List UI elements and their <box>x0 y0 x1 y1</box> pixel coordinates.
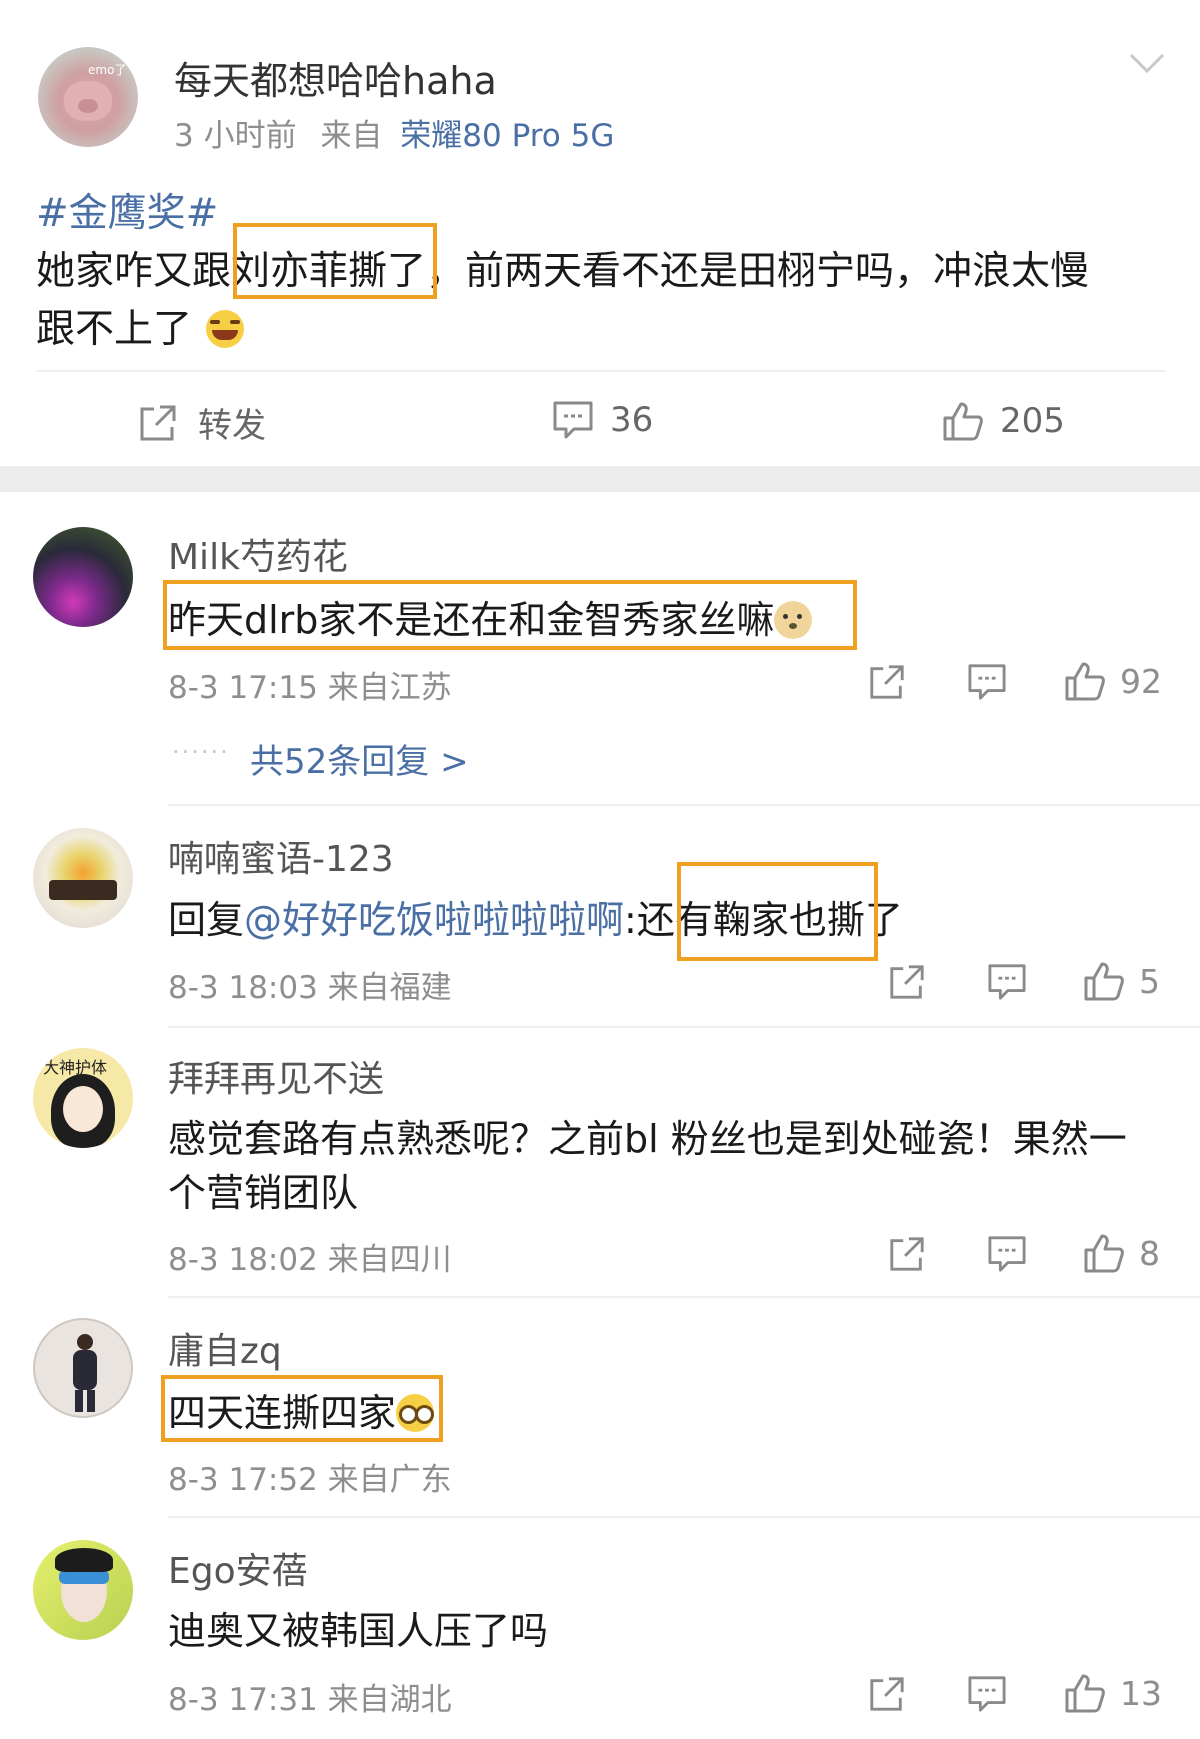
comment-author-name[interactable]: Milk芍药花 <box>168 528 348 580</box>
doge-emoji-icon <box>774 601 813 639</box>
comment-avatar[interactable] <box>33 1540 133 1640</box>
comment-button[interactable]: 36 <box>552 400 653 440</box>
glasses-emoji-icon <box>396 1394 435 1432</box>
comment-meta: 8-3 17:15 来自江苏 <box>168 670 452 706</box>
post-meta: 3 小时前 来自 荣耀80 Pro 5G <box>174 110 614 155</box>
comment-icon <box>552 400 594 440</box>
comment-like-count: 5 <box>1139 961 1160 1001</box>
repost-button[interactable]: 转发 <box>138 398 266 447</box>
section-gap <box>0 466 1200 492</box>
repost-icon[interactable] <box>868 663 906 701</box>
comment-author-name[interactable]: 庸自zq <box>168 1322 282 1374</box>
comment-text: 迪奥又被韩国人压了吗 <box>168 1609 549 1653</box>
comment-icon[interactable] <box>967 1675 1007 1713</box>
comment-divider <box>168 1516 1200 1518</box>
comment-meta: 8-3 17:52 来自广东 <box>168 1462 452 1498</box>
comment-text-content: 昨天dlrb家不是还在和金智秀家丝嘛 <box>168 598 775 642</box>
like-button[interactable]: 205 <box>942 400 1065 442</box>
thumbs-up-icon <box>1064 660 1106 702</box>
comment-avatar[interactable] <box>33 1318 133 1418</box>
post-time: 3 小时前 <box>174 118 297 154</box>
comment-author-name[interactable]: 拜拜再见不送 <box>168 1050 384 1102</box>
comment-meta: 8-3 18:03 来自福建 <box>168 970 452 1006</box>
comment-like-button[interactable]: 8 <box>1083 1232 1160 1274</box>
post-from-prefix: 来自 <box>320 118 383 154</box>
comment-text-line1: 感觉套路有点熟悉呢？之前bl 粉丝也是到处碰瓷！果然一 <box>168 1117 1127 1161</box>
post-author-name[interactable]: 每天都想哈哈haha <box>174 50 497 105</box>
comment-divider <box>168 1026 1200 1028</box>
post-author-avatar[interactable]: emo了 <box>38 47 138 147</box>
post-text-line2: 跟不上了 <box>36 298 245 354</box>
comment-divider <box>168 804 1200 806</box>
chevron-down-icon[interactable] <box>1128 52 1166 76</box>
comment-text-content: 四天连撕四家 <box>168 1391 397 1435</box>
comment-icon[interactable] <box>967 663 1007 701</box>
comment-like-count: 92 <box>1120 661 1162 701</box>
thumbs-up-icon <box>1083 1232 1125 1274</box>
repost-icon <box>138 403 178 443</box>
comment-avatar[interactable]: 大神护体 <box>33 1048 133 1148</box>
comment-count: 36 <box>610 400 654 440</box>
view-replies-link[interactable]: 共52条回复 > <box>250 734 469 783</box>
post-hashtag[interactable]: #金鹰奖# <box>36 182 218 238</box>
comment-text-line2: 个营销团队 <box>168 1171 359 1215</box>
comment-like-count: 8 <box>1139 1233 1160 1273</box>
comment-divider <box>168 1296 1200 1298</box>
reply-mention[interactable]: @好好吃饭啦啦啦啦啊 <box>244 898 624 942</box>
comment-like-button[interactable]: 13 <box>1064 1672 1162 1714</box>
repost-icon[interactable] <box>888 1235 926 1273</box>
thumbs-up-icon <box>1064 1672 1106 1714</box>
comment-like-count: 13 <box>1120 1673 1162 1713</box>
comment-like-button[interactable]: 5 <box>1083 960 1160 1002</box>
comment-text-content: :还有鞠家也撕了 <box>624 898 903 942</box>
comment-text: 四天连撕四家 <box>168 1382 435 1437</box>
comment-text: 昨天dlrb家不是还在和金智秀家丝嘛 <box>168 589 813 644</box>
avatar-badge-text: emo了 <box>88 63 127 77</box>
repost-icon[interactable] <box>868 1675 906 1713</box>
repost-label: 转发 <box>198 406 266 446</box>
replies-dots: ······ <box>172 738 230 766</box>
comment-meta: 8-3 18:02 来自四川 <box>168 1242 452 1278</box>
thumbs-up-icon <box>1083 960 1125 1002</box>
post-text-line1: 她家咋又跟刘亦菲撕了，前两天看不还是田栩宁吗，冲浪太慢 <box>36 249 1090 294</box>
thumbs-up-icon <box>942 400 984 442</box>
comment-like-button[interactable]: 92 <box>1064 660 1162 702</box>
reply-prefix: 回复 <box>168 898 245 942</box>
laughing-emoji-icon <box>206 310 245 348</box>
avatar-text: 大神护体 <box>43 1058 108 1077</box>
comment-meta: 8-3 17:31 来自湖北 <box>168 1682 452 1718</box>
comment-avatar[interactable] <box>33 828 133 928</box>
post-device[interactable]: 荣耀80 Pro 5G <box>400 118 614 154</box>
comment-avatar[interactable] <box>33 527 133 627</box>
post-divider <box>36 370 1166 372</box>
comment-author-name[interactable]: Ego安蓓 <box>168 1542 308 1594</box>
repost-icon[interactable] <box>888 963 926 1001</box>
comment-author-name[interactable]: 喃喃蜜语-123 <box>168 830 394 882</box>
like-count: 205 <box>1000 401 1065 441</box>
post-text-line2-content: 跟不上了 <box>36 307 193 352</box>
comment-text: 回复@好好吃饭啦啦啦啦啊:还有鞠家也撕了 <box>168 889 903 944</box>
comment-icon[interactable] <box>987 963 1027 1001</box>
comment-icon[interactable] <box>987 1235 1027 1273</box>
